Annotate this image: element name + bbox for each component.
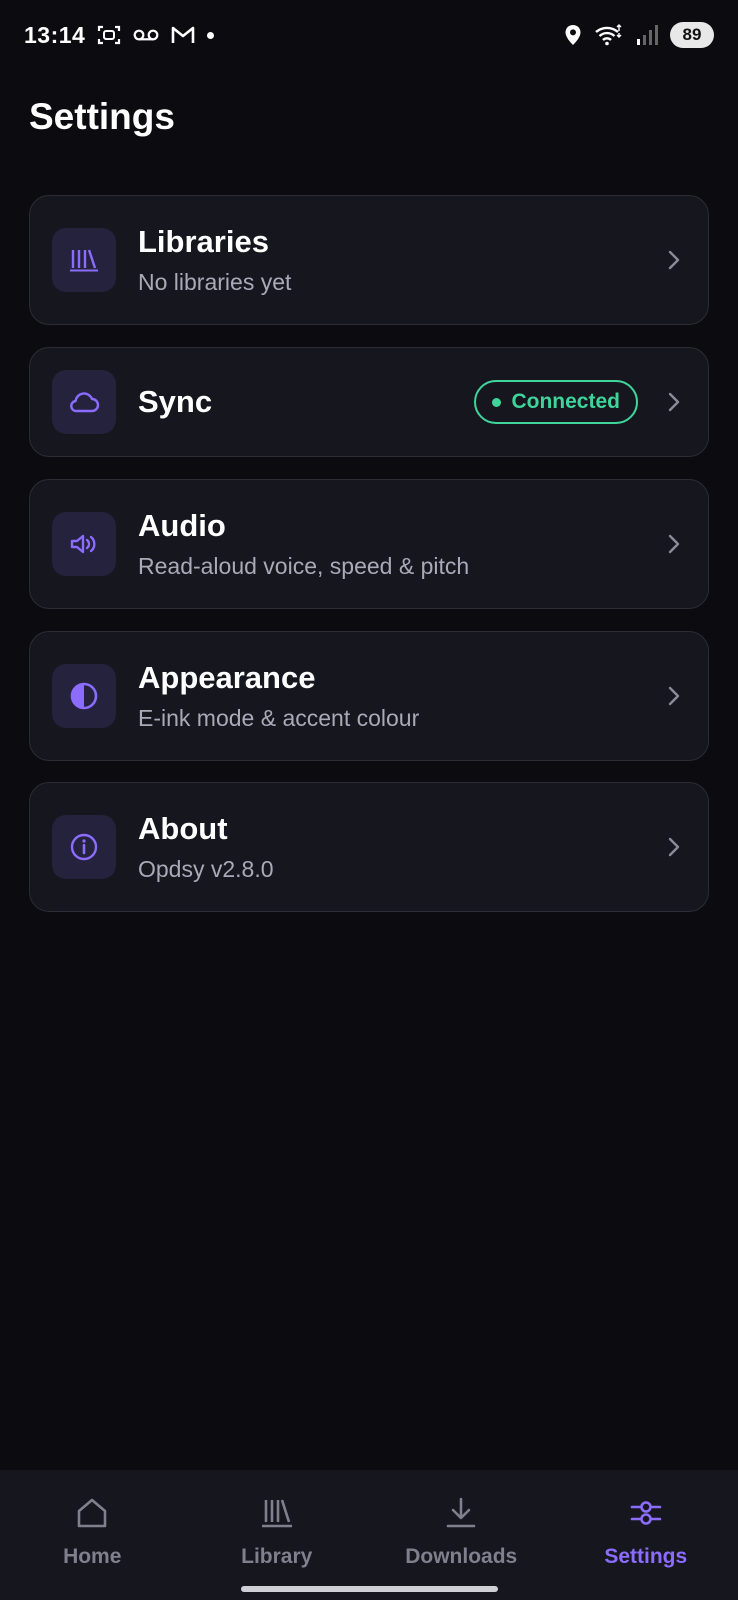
appearance-text: Appearance E-ink mode & accent colour xyxy=(138,660,662,733)
notification-dot xyxy=(207,31,215,39)
face-scan-icon xyxy=(97,24,121,46)
about-text: About Opdsy v2.8.0 xyxy=(138,811,662,884)
wifi-icon xyxy=(594,24,624,46)
chevron-right-icon xyxy=(662,249,686,271)
nav-library[interactable]: Library xyxy=(185,1496,369,1569)
settings-item-appearance[interactable]: Appearance E-ink mode & accent colour xyxy=(29,631,709,761)
nav-downloads-label: Downloads xyxy=(405,1545,518,1568)
status-bar: 13:14 89 xyxy=(0,0,738,70)
audio-text: Audio Read-aloud voice, speed & pitch xyxy=(138,508,662,581)
status-dot-icon xyxy=(492,397,502,407)
settings-item-libraries[interactable]: Libraries No libraries yet xyxy=(29,195,709,325)
battery-icon: 89 xyxy=(670,22,714,48)
chevron-right-icon xyxy=(662,533,686,555)
sync-title: Sync xyxy=(138,384,213,420)
status-right: 89 xyxy=(564,22,714,48)
audio-subtitle: Read-aloud voice, speed & pitch xyxy=(138,553,470,580)
appearance-title: Appearance xyxy=(138,659,316,695)
nav-home-label: Home xyxy=(63,1545,122,1568)
sync-text: Sync xyxy=(138,384,474,420)
sync-status-badge: Connected xyxy=(474,380,638,424)
appearance-subtitle: E-ink mode & accent colour xyxy=(138,705,420,732)
nav-library-label: Library xyxy=(241,1545,313,1568)
libraries-text: Libraries No libraries yet xyxy=(138,224,662,297)
settings-item-audio[interactable]: Audio Read-aloud voice, speed & pitch xyxy=(29,479,709,609)
status-left: 13:14 xyxy=(24,21,215,49)
info-icon xyxy=(52,815,116,879)
libraries-subtitle: No libraries yet xyxy=(138,269,292,296)
chevron-right-icon xyxy=(662,391,686,413)
home-icon xyxy=(75,1496,109,1535)
home-indicator[interactable] xyxy=(241,1586,498,1592)
signal-icon xyxy=(636,24,658,46)
gmail-icon xyxy=(171,26,195,44)
sync-status-label: Connected xyxy=(511,390,620,413)
nav-downloads[interactable]: Downloads xyxy=(369,1496,553,1569)
chevron-right-icon xyxy=(662,836,686,858)
libraries-icon xyxy=(52,228,116,292)
chevron-right-icon xyxy=(662,685,686,707)
nav-home[interactable]: Home xyxy=(0,1496,184,1569)
about-subtitle: Opdsy v2.8.0 xyxy=(138,856,274,883)
voicemail-icon xyxy=(133,28,159,42)
nav-settings[interactable]: Settings xyxy=(554,1496,738,1569)
status-time: 13:14 xyxy=(24,21,86,48)
nav-settings-label: Settings xyxy=(604,1545,688,1568)
settings-item-about[interactable]: About Opdsy v2.8.0 xyxy=(29,782,709,912)
libraries-title: Libraries xyxy=(138,223,269,259)
sliders-icon xyxy=(629,1496,663,1535)
settings-screen: 13:14 89 Settings Libraries No libraries… xyxy=(0,0,738,1600)
contrast-icon xyxy=(52,664,116,728)
settings-item-sync[interactable]: Sync Connected xyxy=(29,347,709,457)
bottom-nav: Home Library Downloads Settings xyxy=(0,1470,738,1600)
speaker-icon xyxy=(52,512,116,576)
cloud-icon xyxy=(52,370,116,434)
download-icon xyxy=(444,1496,478,1535)
audio-title: Audio xyxy=(138,507,226,543)
page-title: Settings xyxy=(29,96,175,137)
location-icon xyxy=(564,24,582,46)
library-icon xyxy=(260,1496,294,1535)
about-title: About xyxy=(138,810,228,846)
